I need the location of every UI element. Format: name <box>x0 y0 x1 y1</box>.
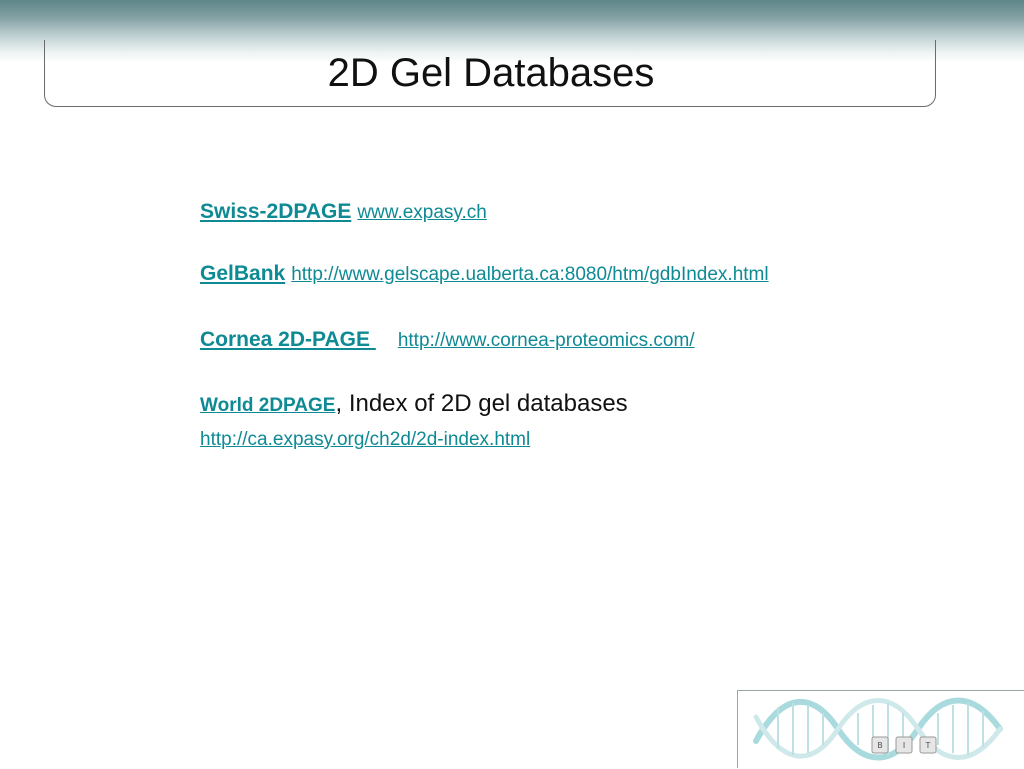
logo-letter-i: I <box>903 741 905 750</box>
expasy-url-link[interactable]: www.expasy.ch <box>357 202 487 223</box>
world-2dpage-description: , Index of 2D gel databases <box>335 390 628 417</box>
list-item-world-2dpage-url: http://ca.expasy.org/ch2d/2d-index.html <box>200 429 530 451</box>
dna-helix-icon: B I T <box>753 697 1003 761</box>
bit-logo: B I T <box>737 690 1024 768</box>
gelscape-url-link[interactable]: http://www.gelscape.ualberta.ca:8080/htm… <box>291 264 768 285</box>
cornea-2d-page-link[interactable]: Cornea 2D-PAGE <box>200 328 376 351</box>
logo-letter-t: T <box>925 741 931 750</box>
list-item-cornea-2d-page: Cornea 2D-PAGE http://www.cornea-proteom… <box>200 328 695 352</box>
swiss-2dpage-link[interactable]: Swiss-2DPAGE <box>200 200 351 223</box>
cornea-proteomics-url-link[interactable]: http://www.cornea-proteomics.com/ <box>398 330 695 351</box>
list-item-gelbank: GelBank http://www.gelscape.ualberta.ca:8… <box>200 262 769 286</box>
logo-letter-b: B <box>877 741 883 750</box>
gelbank-link[interactable]: GelBank <box>200 262 285 285</box>
list-item-world-2dpage: World 2DPAGE, Index of 2D gel databases <box>200 390 628 418</box>
world-2dpage-link[interactable]: World 2DPAGE <box>200 395 335 416</box>
world-2dpage-url-link[interactable]: http://ca.expasy.org/ch2d/2d-index.html <box>200 429 530 450</box>
list-item-swiss-2dpage: Swiss-2DPAGE www.expasy.ch <box>200 200 487 224</box>
slide-title: 2D Gel Databases <box>327 51 655 95</box>
